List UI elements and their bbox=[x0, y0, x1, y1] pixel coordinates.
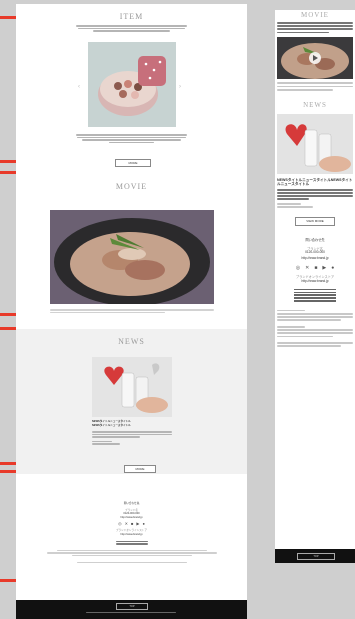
marker bbox=[0, 171, 17, 174]
marker bbox=[0, 16, 17, 19]
facebook-icon[interactable]: ■ bbox=[314, 265, 317, 271]
footer-contact-heading: 問い合わせ先 bbox=[123, 502, 140, 505]
footer-notes bbox=[16, 549, 247, 564]
item-intro-text bbox=[76, 24, 187, 33]
mobile-news-image bbox=[277, 113, 353, 174]
mobile-footer-shop-link[interactable]: http://www.brand.jp bbox=[275, 279, 355, 284]
marker bbox=[0, 160, 17, 163]
movie-section-title: MOVIE bbox=[115, 182, 148, 191]
prev-arrow-icon[interactable]: ‹ bbox=[78, 84, 80, 90]
mobile-page: MOVIE NEWS NEWSタイトルニュースタイトルNEWSタイトルニュースタ… bbox=[275, 10, 355, 563]
footer-shop-link[interactable]: http://www.brand.jp bbox=[16, 533, 247, 537]
mobile-footer-top-button[interactable]: TOP bbox=[297, 553, 335, 560]
footer: 問い合わせ先 ブランド名 0120-000-000 http://www.bra… bbox=[16, 484, 247, 599]
mobile-news-body bbox=[275, 188, 355, 209]
movie-video[interactable] bbox=[50, 210, 214, 304]
youtube-icon[interactable]: ▶ bbox=[322, 265, 326, 271]
footer-bar: TOP bbox=[16, 600, 247, 619]
product-image bbox=[88, 42, 176, 127]
mobile-footer-link[interactable]: http://www.brand.jp bbox=[275, 256, 355, 261]
instagram-icon[interactable]: ◎ bbox=[118, 521, 122, 526]
mobile-social-icons: ◎ ✕ ■ ▶ ● bbox=[275, 265, 355, 271]
social-icons: ◎ ✕ ■ ▶ ● bbox=[16, 521, 247, 526]
news-body-text bbox=[92, 430, 172, 446]
copyright-text bbox=[86, 612, 176, 614]
marker bbox=[0, 470, 17, 473]
mobile-news-heading[interactable]: NEWSタイトルニュースタイトルNEWSタイトルニュースタイトル bbox=[277, 178, 353, 187]
next-arrow-icon[interactable]: › bbox=[179, 84, 181, 90]
mobile-news-title: NEWS bbox=[303, 100, 327, 109]
marker bbox=[0, 579, 17, 582]
instagram-icon[interactable]: ◎ bbox=[296, 265, 300, 271]
mobile-footer-bar: TOP bbox=[275, 549, 355, 563]
footer-top-button[interactable]: TOP bbox=[116, 603, 148, 610]
footer-link[interactable]: http://www.brand.jp bbox=[16, 516, 247, 520]
footer-store-list bbox=[16, 540, 247, 545]
item-description bbox=[76, 133, 187, 145]
marker bbox=[0, 313, 17, 316]
facebook-icon[interactable]: ■ bbox=[131, 521, 133, 526]
mobile-footer-phone[interactable]: 0120-000-000 bbox=[275, 251, 355, 255]
youtube-icon[interactable]: ▶ bbox=[136, 521, 139, 526]
movie-caption bbox=[50, 308, 214, 314]
twitter-icon[interactable]: ✕ bbox=[125, 521, 128, 526]
mobile-movie-video[interactable] bbox=[277, 37, 353, 80]
mobile-store-list bbox=[275, 288, 355, 302]
mobile-footer-notes bbox=[275, 309, 355, 348]
news-heading-2[interactable]: NEWSタイトルニュースタイトル bbox=[92, 424, 182, 428]
marker bbox=[0, 462, 17, 465]
mobile-movie-text bbox=[275, 22, 355, 34]
mobile-footer-heading: 問い合わせ先 bbox=[305, 238, 325, 243]
line-icon[interactable]: ● bbox=[331, 265, 334, 271]
mobile-news-more-button[interactable]: VIEW MORE bbox=[295, 217, 335, 227]
news-section: NEWS NEWSタイトルニュースタイトル NEWSタイトルニュースタイトル M… bbox=[16, 329, 247, 474]
item-section: ITEM ‹ › MORE bbox=[16, 4, 247, 174]
mobile-movie-caption bbox=[275, 82, 355, 91]
line-icon[interactable]: ● bbox=[142, 521, 144, 526]
mobile-footer: 問い合わせ先 ブランド名 0120-000-000 http://www.bra… bbox=[275, 238, 355, 348]
desktop-page: ITEM ‹ › MORE MOVIE NEWS NEWSタイトルニュースタイト… bbox=[16, 4, 247, 619]
twitter-icon[interactable]: ✕ bbox=[305, 265, 309, 271]
news-image bbox=[92, 357, 172, 417]
item-more-button[interactable]: MORE bbox=[115, 159, 151, 167]
marker bbox=[0, 327, 17, 330]
movie-section: MOVIE bbox=[16, 176, 247, 326]
mobile-movie-title: MOVIE bbox=[301, 11, 329, 19]
news-more-button[interactable]: MORE bbox=[124, 465, 156, 473]
item-section-title: ITEM bbox=[119, 12, 144, 21]
news-section-title: NEWS bbox=[118, 337, 145, 346]
